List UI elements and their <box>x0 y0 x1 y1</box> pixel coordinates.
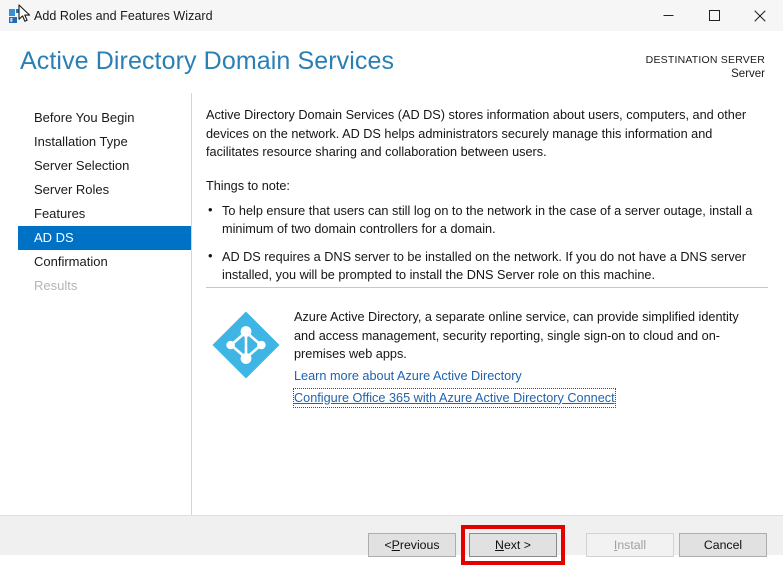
sidebar-item-ad-ds[interactable]: AD DS <box>18 226 191 250</box>
previous-button-post: revious <box>400 538 440 552</box>
footer-button-group: < Previous Next > Install Cancel <box>368 525 767 565</box>
server-manager-icon <box>8 8 24 24</box>
page-header: Active Directory Domain Services DESTINA… <box>0 31 783 93</box>
destination-server-value: Server <box>646 67 765 81</box>
things-to-note-heading: Things to note: <box>206 179 773 193</box>
list-item: To help ensure that users can still log … <box>206 202 761 239</box>
sidebar-item-results: Results <box>0 274 191 298</box>
learn-more-azure-ad-link[interactable]: Learn more about Azure Active Directory <box>294 367 522 385</box>
sidebar-item-server-roles[interactable]: Server Roles <box>0 178 191 202</box>
sidebar-item-installation-type[interactable]: Installation Type <box>0 130 191 154</box>
sidebar-item-before-you-begin[interactable]: Before You Begin <box>0 106 191 130</box>
next-button-highlight: Next > <box>461 525 565 565</box>
previous-button-accel: P <box>392 538 400 552</box>
azure-ad-description: Azure Active Directory, a separate onlin… <box>294 308 759 364</box>
list-item: AD DS requires a DNS server to be instal… <box>206 248 761 285</box>
azure-ad-text-column: Azure Active Directory, a separate onlin… <box>294 306 772 407</box>
azure-link-row-1: Learn more about Azure Active Directory <box>294 364 772 385</box>
maximize-icon[interactable] <box>691 0 737 31</box>
title-bar: Add Roles and Features Wizard <box>0 0 783 32</box>
previous-button-pre: < <box>384 538 391 552</box>
cancel-button[interactable]: Cancel <box>679 533 767 557</box>
install-button: Install <box>586 533 674 557</box>
previous-button[interactable]: < Previous <box>368 533 456 557</box>
minimize-icon[interactable] <box>645 0 691 31</box>
next-button-post: ext > <box>504 538 531 552</box>
destination-server-block: DESTINATION SERVER Server <box>646 53 765 81</box>
wizard-content-pane: Active Directory Domain Services (AD DS)… <box>193 93 783 515</box>
next-button[interactable]: Next > <box>469 533 557 557</box>
intro-paragraph: Active Directory Domain Services (AD DS)… <box>206 106 763 162</box>
configure-office-365-link[interactable]: Configure Office 365 with Azure Active D… <box>294 389 615 407</box>
add-roles-wizard-window: Add Roles and Features Wizard Active Dir… <box>0 0 783 555</box>
next-button-accel: N <box>495 538 504 552</box>
cancel-button-label: Cancel <box>704 538 742 552</box>
section-divider <box>206 287 768 288</box>
wizard-body: Before You Begin Installation Type Serve… <box>0 93 783 515</box>
install-button-post: nstall <box>617 538 646 552</box>
window-controls <box>645 0 783 31</box>
things-to-note-list: To help ensure that users can still log … <box>206 202 761 285</box>
sidebar-item-confirmation[interactable]: Confirmation <box>0 250 191 274</box>
close-icon[interactable] <box>737 0 783 31</box>
sidebar-item-features[interactable]: Features <box>0 202 191 226</box>
page-title: Active Directory Domain Services <box>20 47 394 76</box>
destination-server-label: DESTINATION SERVER <box>646 53 765 67</box>
azure-link-row-2: Configure Office 365 with Azure Active D… <box>294 386 772 407</box>
sidebar-item-server-selection[interactable]: Server Selection <box>0 154 191 178</box>
window-title: Add Roles and Features Wizard <box>32 9 213 23</box>
azure-ad-section: Azure Active Directory, a separate onlin… <box>206 306 772 407</box>
wizard-footer: < Previous Next > Install Cancel <box>0 515 783 555</box>
azure-active-directory-icon <box>210 309 282 381</box>
wizard-navigation-sidebar: Before You Begin Installation Type Serve… <box>0 93 192 515</box>
